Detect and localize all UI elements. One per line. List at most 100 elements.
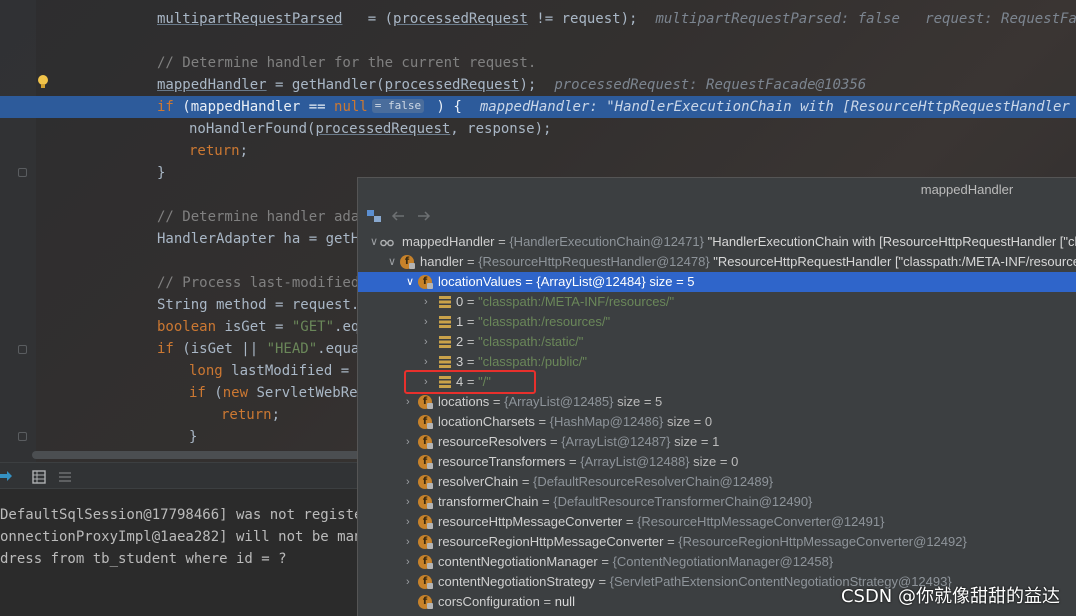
- variable-name: resourceRegionHttpMessageConverter: [438, 534, 664, 549]
- watch-glasses-icon: [380, 235, 394, 249]
- code-token: (: [205, 385, 223, 401]
- tree-row-locationValues[interactable]: ∨ f locationValues = {ArrayList@12484} siz…: [358, 272, 1076, 292]
- chevron-right-icon[interactable]: ›: [406, 392, 416, 412]
- tree-row-locationCharsets[interactable]: f locationCharsets = {HashMap@12486} size…: [358, 412, 1076, 432]
- chevron-right-icon[interactable]: ›: [424, 332, 434, 352]
- array-element-icon: [438, 355, 452, 369]
- variable-name: resourceHttpMessageConverter: [438, 514, 623, 529]
- field-icon: f: [418, 275, 433, 289]
- horizontal-scrollbar[interactable]: [32, 451, 362, 459]
- equals-sign: =: [463, 334, 479, 349]
- tree-row-label: 2 = "classpath:/static/": [456, 332, 583, 352]
- variable-name: resolverChain: [438, 474, 519, 489]
- tree-row-0[interactable]: › 0 = "classpath:/META-INF/resources/": [358, 292, 1076, 312]
- class-hierarchy-icon[interactable]: [366, 208, 382, 224]
- object-reference: {ArrayList@12487}: [561, 434, 671, 449]
- variable-name: corsConfiguration: [438, 594, 540, 609]
- object-reference: {ResourceHttpMessageConverter@12491}: [637, 514, 885, 529]
- popup-toolbar: [358, 202, 1076, 230]
- code-line[interactable]: noHandlerFound(processedRequest, respons…: [0, 118, 1076, 140]
- chevron-right-icon[interactable]: ›: [406, 512, 416, 532]
- equals-sign: =: [463, 354, 479, 369]
- tree-row-label: locationCharsets = {HashMap@12486} size …: [438, 412, 712, 432]
- equals-sign: =: [539, 594, 555, 609]
- equals-sign: =: [489, 394, 505, 409]
- table-icon[interactable]: [32, 470, 46, 484]
- equals-sign: =: [663, 534, 679, 549]
- tree-row-resourceResolvers[interactable]: › f resourceResolvers = {ArrayList@12487} …: [358, 432, 1076, 452]
- tree-row-label: 1 = "classpath:/resources/": [456, 312, 610, 332]
- object-reference: {ContentNegotiationManager@12458}: [612, 554, 834, 569]
- chevron-right-icon[interactable]: ›: [406, 552, 416, 572]
- chevron-down-icon[interactable]: ∨: [406, 272, 416, 292]
- tree-row-1[interactable]: › 1 = "classpath:/resources/": [358, 312, 1076, 332]
- code-token: ;: [271, 407, 281, 423]
- tree-row-transformerChain[interactable]: › f transformerChain = {DefaultResourceTra…: [358, 492, 1076, 512]
- code-token: , response);: [450, 121, 552, 137]
- chevron-right-icon[interactable]: ›: [406, 432, 416, 452]
- equals-sign: =: [546, 434, 562, 449]
- equals-sign: =: [463, 254, 479, 269]
- code-line[interactable]: // Determine handler for the current req…: [0, 52, 1076, 74]
- chevron-right-icon[interactable]: ›: [424, 292, 434, 312]
- field-icon: f: [418, 455, 433, 469]
- code-token: if: [157, 99, 174, 115]
- code-line[interactable]: return;: [0, 140, 1076, 162]
- tree-row-resolverChain[interactable]: › f resolverChain = {DefaultResourceResolv…: [358, 472, 1076, 492]
- code-token: }: [157, 165, 166, 181]
- field-icon: f: [418, 555, 433, 569]
- variable-name: transformerChain: [438, 494, 539, 509]
- code-line[interactable]: multipartRequestParsed = (processedReque…: [0, 8, 1076, 30]
- chevron-right-icon[interactable]: ›: [424, 312, 434, 332]
- tree-row-handler[interactable]: ∨ f handler = {ResourceHttpRequestHandler@…: [358, 252, 1076, 272]
- layout-icon[interactable]: [58, 470, 72, 484]
- tree-row-label: locations = {ArrayList@12485} size = 5: [438, 392, 662, 412]
- inline-value-badge: = false: [371, 99, 425, 113]
- current-execution-line[interactable]: if (mappedHandler == null = false ) {mapp…: [0, 96, 1076, 118]
- chevron-down-icon[interactable]: ∨: [388, 252, 398, 272]
- step-arrow-icon[interactable]: [0, 470, 14, 484]
- chevron-right-icon[interactable]: ›: [406, 472, 416, 492]
- variable-tree[interactable]: ∨ mappedHandler = {HandlerExecutionChain@…: [358, 232, 1076, 612]
- field-icon: f: [418, 595, 433, 609]
- variable-name: locationCharsets: [438, 414, 535, 429]
- code-token: ) {: [428, 99, 462, 115]
- variable-inspector-popup[interactable]: mappedHandler ∨ mappedHandler = {HandlerE…: [357, 177, 1076, 616]
- tree-row-3[interactable]: › 3 = "classpath:/public/": [358, 352, 1076, 372]
- equals-sign: =: [463, 294, 479, 309]
- code-token: long: [189, 363, 223, 379]
- tree-row-resourceTransformers[interactable]: f resourceTransformers = {ArrayList@12488…: [358, 452, 1076, 472]
- tree-row-label: corsConfiguration = null: [438, 592, 575, 612]
- code-line-text: }: [189, 426, 197, 448]
- string-value: "classpath:/resources/": [478, 314, 611, 329]
- tree-row-mappedHandler[interactable]: ∨ mappedHandler = {HandlerExecutionChain@…: [358, 232, 1076, 252]
- tree-row-contentNegotiationManager[interactable]: › f contentNegotiationManager = {ContentNe…: [358, 552, 1076, 572]
- code-token: = (: [342, 11, 394, 27]
- tree-row-resourceHttpMessageConverter[interactable]: › f resourceHttpMessageConverter = {Resour…: [358, 512, 1076, 532]
- inline-debug-hint: mappedHandler: "HandlerExecutionChain wi…: [479, 99, 1076, 115]
- collection-size: size = 0: [666, 414, 713, 429]
- code-token: boolean: [157, 319, 217, 335]
- code-token: (isGet ||: [173, 341, 267, 357]
- chevron-right-icon[interactable]: ›: [406, 492, 416, 512]
- inline-debug-hint: processedRequest: RequestFacade@10356: [554, 77, 867, 93]
- collection-size: size = 1: [674, 434, 720, 449]
- object-reference: {ResourceRegionHttpMessageConverter@1249…: [678, 534, 967, 549]
- code-line-text: if (mappedHandler == null = false ) {mapp…: [157, 96, 1076, 118]
- chevron-down-icon[interactable]: ∨: [370, 232, 380, 252]
- chevron-right-icon[interactable]: ›: [406, 572, 416, 592]
- back-arrow-icon[interactable]: [390, 208, 406, 224]
- code-line[interactable]: mappedHandler = getHandler(processedRequ…: [0, 74, 1076, 96]
- tree-row-locations[interactable]: › f locations = {ArrayList@12485} size = 5: [358, 392, 1076, 412]
- equals-sign: =: [518, 474, 534, 489]
- code-token: }: [189, 429, 198, 445]
- equals-sign: =: [594, 574, 610, 589]
- tree-row-resourceRegionHttpMessageConverter[interactable]: › f resourceRegionHttpMessageConverter = {…: [358, 532, 1076, 552]
- tree-row-2[interactable]: › 2 = "classpath:/static/": [358, 332, 1076, 352]
- chevron-right-icon[interactable]: ›: [424, 352, 434, 372]
- tree-row-label: resourceHttpMessageConverter = {Resource…: [438, 512, 884, 532]
- chevron-right-icon[interactable]: ›: [406, 532, 416, 552]
- equals-sign: =: [622, 514, 638, 529]
- forward-arrow-icon[interactable]: [416, 208, 432, 224]
- code-token: return: [221, 407, 272, 423]
